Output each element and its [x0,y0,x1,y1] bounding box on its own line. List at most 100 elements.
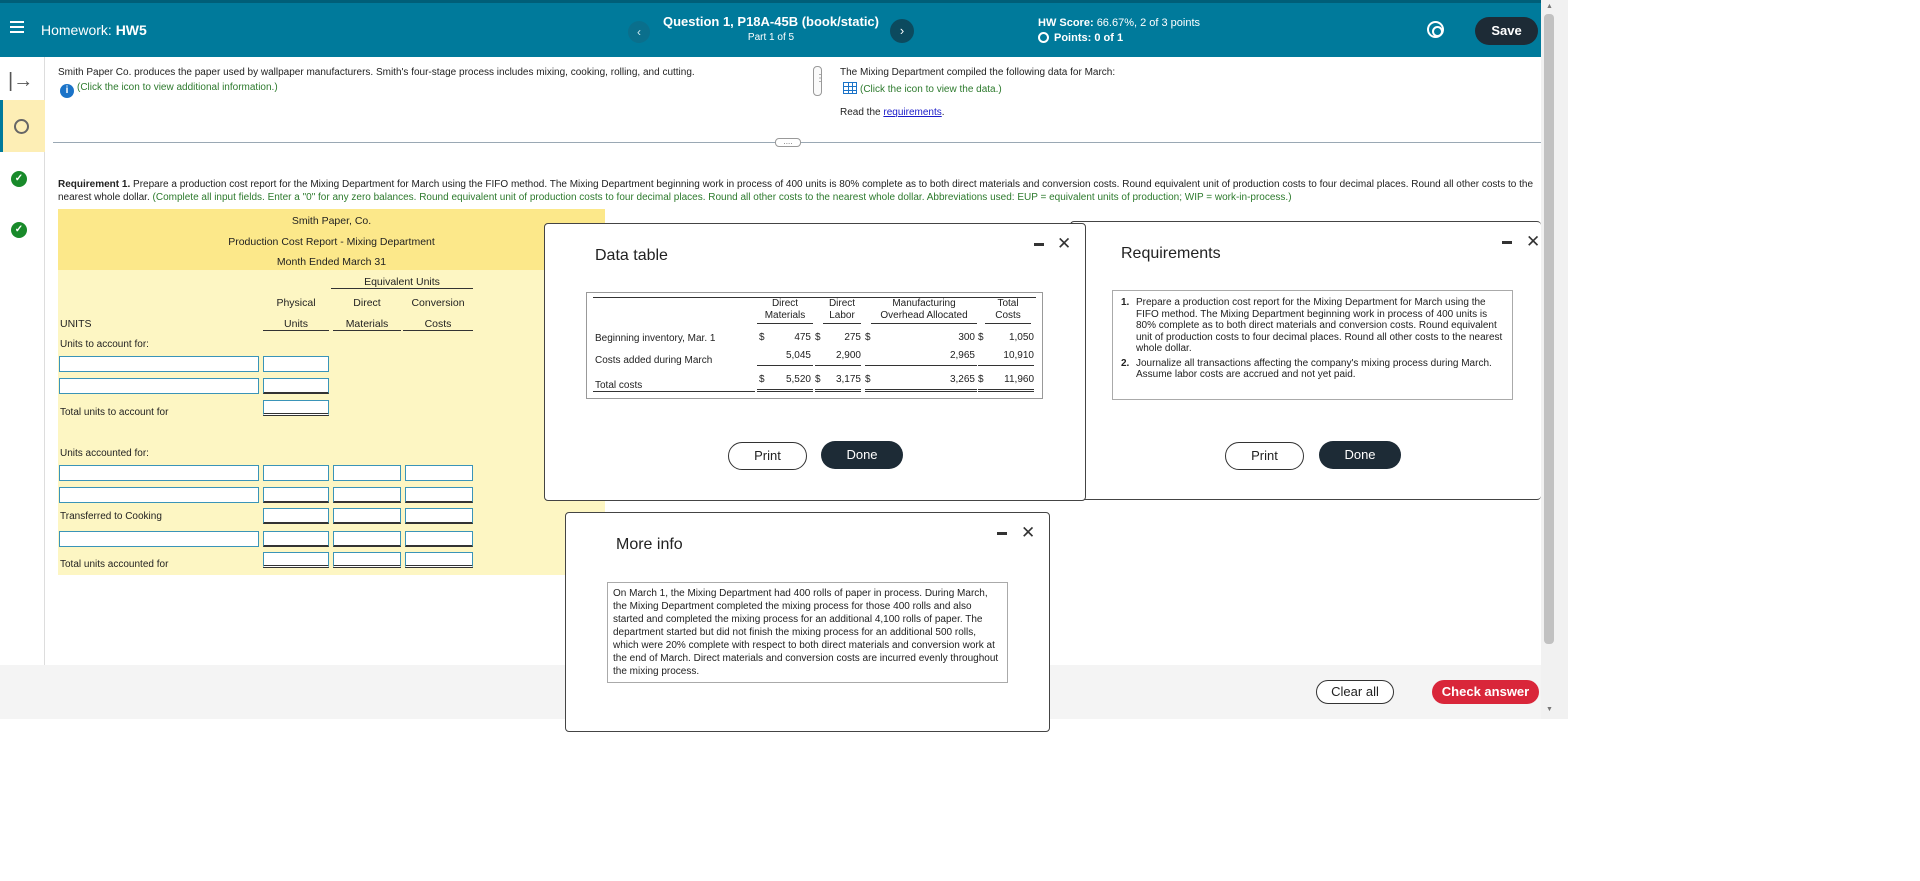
view-data-link[interactable]: (Click the icon to view the data.) [843,82,1002,95]
col-conversion-costs-2: Costs [403,318,473,331]
total-units-accounted-cc-input[interactable] [405,552,473,568]
transferred-dm-input[interactable] [333,508,401,524]
homework-title: Homework: HW5 [41,22,147,38]
col-physical-units-1: Physical [276,297,316,309]
units-to-account-for-row2-label-input[interactable] [59,378,259,394]
horizontal-split-handle[interactable]: .... [775,138,801,147]
requirements-dialog-title: Requirements [1121,245,1221,262]
scroll-up-arrow-icon[interactable]: ▲ [1546,3,1553,10]
check-answer-button[interactable]: Check answer [1432,680,1539,704]
total-units-accounted-dm-input[interactable] [333,552,401,568]
col-direct-materials-1: Direct [353,297,381,309]
scroll-down-arrow-icon[interactable]: ▼ [1546,706,1553,713]
more-info-text: On March 1, the Mixing Department had 40… [607,582,1008,683]
read-requirements: Read the requirements. [840,107,945,118]
cell-total: 10,910 [1003,350,1034,361]
units-to-account-for-row1-physical-input[interactable] [263,356,329,372]
transferred-to-cooking-label: Transferred to Cooking [60,511,162,522]
requirements-print-button[interactable]: Print [1225,442,1304,470]
units-accounted-row1-label-input[interactable] [59,465,259,481]
top-bar: Homework: HW5 ‹ Question 1, P18A-45B (bo… [0,0,1541,57]
points-circle-icon [1038,32,1049,43]
hw-score: HW Score: 66.67%, 2 of 3 points [1038,17,1201,29]
units-accounted-row2-label-input[interactable] [59,487,259,503]
row-label: Beginning inventory, Mar. 1 [595,333,716,344]
table-grid-icon[interactable] [843,82,857,94]
save-button[interactable]: Save [1475,17,1538,45]
col-header-total-1: Total [997,298,1019,309]
data-table-print-button[interactable]: Print [728,442,807,470]
col-physical-units-2: Units [263,318,329,331]
top-bar-strip [0,0,1541,3]
units-accounted-row1-dm-input[interactable] [333,465,401,481]
next-question-button[interactable]: › [890,19,914,43]
data-intro: The Mixing Department compiled the follo… [840,67,1116,78]
close-icon[interactable]: ✕ [1526,232,1540,252]
units-accounted-row2-dm-input[interactable] [333,487,401,503]
completed-check-icon[interactable]: ✓ [11,222,27,238]
cell-moh: 2,965 [949,350,975,361]
vertical-split-handle[interactable] [813,66,825,96]
col-header-direct-labor-2: Labor [829,310,855,321]
requirements-done-button[interactable]: Done [1319,441,1401,469]
minimize-icon[interactable] [997,532,1007,535]
total-units-accounted-for-label: Total units accounted for [60,559,169,570]
units-accounted-row1-cc-input[interactable] [405,465,473,481]
units-label: UNITS [60,318,92,330]
dollar-sign: $ [978,374,984,385]
dollar-sign: $ [865,332,871,343]
data-table-dialog-title: Data table [595,247,668,264]
transferred-physical-input[interactable] [263,508,329,524]
close-icon[interactable]: ✕ [1021,523,1035,543]
report-period: Month Ended March 31 [276,256,387,268]
completed-check-icon[interactable]: ✓ [11,171,27,187]
requirements-link[interactable]: requirements [883,107,941,118]
vertical-scrollbar[interactable]: ▲ ▼ [1541,0,1568,719]
units-accounted-row4-label-input[interactable] [59,531,259,547]
clear-all-button[interactable]: Clear all [1316,680,1394,704]
row-label: Total costs [595,380,643,391]
settings-gear-icon[interactable] [1427,21,1444,38]
units-accounted-row2-physical-input[interactable] [263,487,329,503]
rail-item-current[interactable] [0,100,45,152]
units-to-account-for-row1-label-input[interactable] [59,356,259,372]
equivalent-units-header: Equivalent Units [331,276,473,289]
units-accounted-row4-physical-input[interactable] [263,531,329,547]
units-accounted-row4-cc-input[interactable] [405,531,473,547]
scrollbar-thumb[interactable] [1544,14,1554,644]
total-units-to-account-for-label: Total units to account for [60,407,169,418]
dollar-sign: $ [865,374,871,385]
expand-rail-icon[interactable]: |→ [8,70,33,93]
cell-total: 1,050 [1008,332,1034,343]
incomplete-circle-icon [14,119,29,134]
units-accounted-row1-physical-input[interactable] [263,465,329,481]
requirements-list-box: 1. Prepare a production cost report for t… [1112,290,1513,400]
cell-dm: 475 [794,332,811,343]
close-icon[interactable]: ✕ [1057,234,1071,254]
minimize-icon[interactable] [1034,243,1044,246]
part-indicator: Part 1 of 5 [747,32,795,43]
report-body [58,270,605,575]
col-header-direct-materials-1: Direct [771,298,799,309]
info-icon[interactable]: i [60,84,74,98]
col-header-moh-1: Manufacturing [892,298,956,309]
total-units-to-account-for-input[interactable] [263,400,329,416]
top-rule [593,297,1036,298]
col-header-total-2: Costs [995,310,1021,321]
menu-icon[interactable] [10,21,24,33]
requirement-item: 1. Prepare a production cost report for t… [1121,297,1503,354]
previous-question-button[interactable]: ‹ [628,21,650,43]
transferred-cc-input[interactable] [405,508,473,524]
cell-dl: 275 [844,332,861,343]
cell-total: 11,960 [1004,374,1034,385]
minimize-icon[interactable] [1502,241,1512,244]
cell-dm: 5,045 [785,350,811,361]
cell-moh: 300 [958,332,975,343]
units-to-account-for-row2-physical-input[interactable] [263,378,329,394]
data-table-done-button[interactable]: Done [821,441,903,469]
units-accounted-row4-dm-input[interactable] [333,531,401,547]
additional-info-link[interactable]: i (Click the icon to view additional info… [60,82,278,98]
total-units-accounted-physical-input[interactable] [263,552,329,568]
report-company: Smith Paper, Co. [291,215,372,227]
units-accounted-row2-cc-input[interactable] [405,487,473,503]
